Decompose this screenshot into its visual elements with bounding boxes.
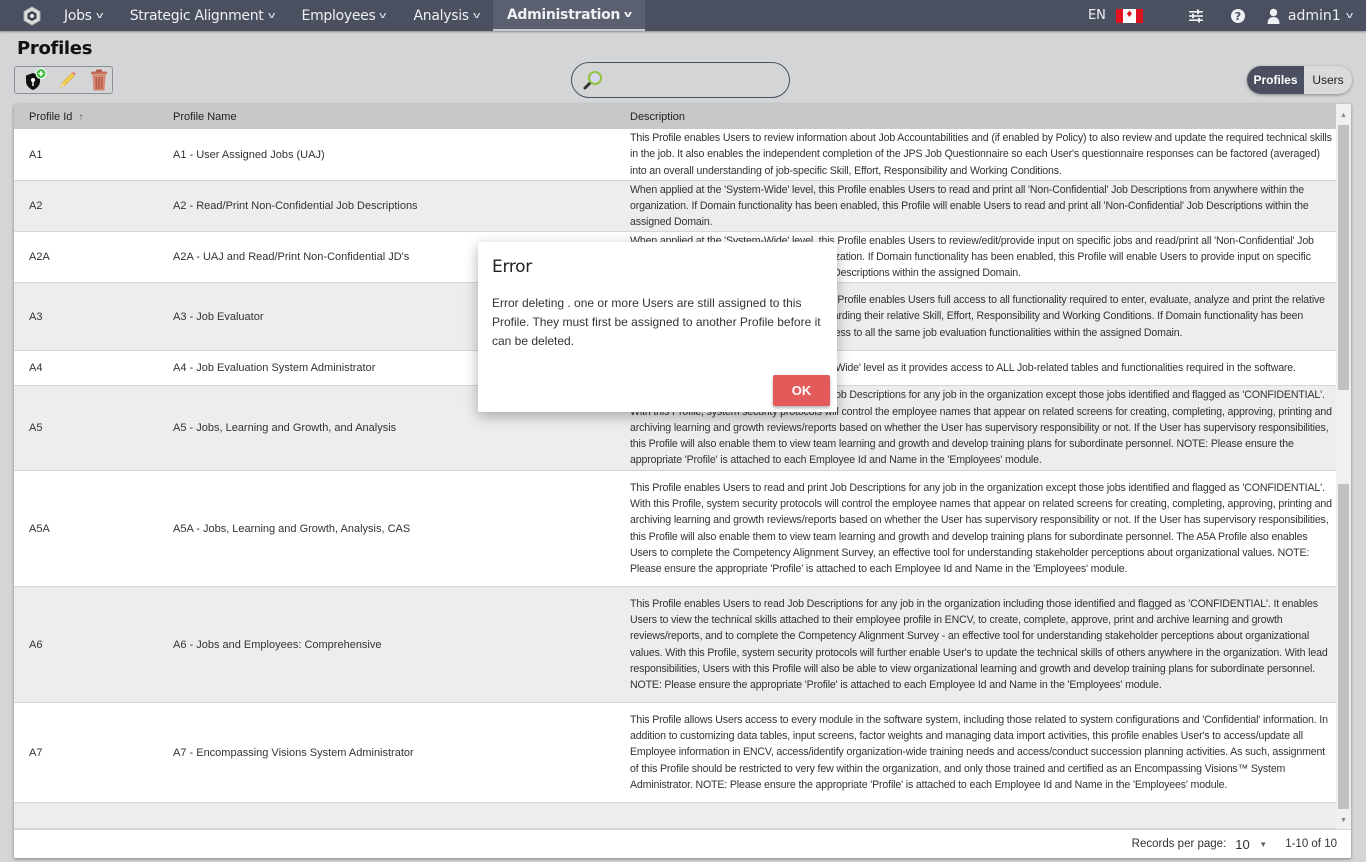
user-icon bbox=[1267, 8, 1280, 24]
delete-icon bbox=[91, 69, 107, 91]
cell-profile-name: A5 - Jobs, Learning and Growth, and Anal… bbox=[173, 422, 397, 434]
nav-right: EN ♦ ? admin1 v bbox=[1088, 0, 1366, 31]
table-scrollbar[interactable]: ▲ ▼ bbox=[1336, 104, 1351, 829]
cell-description: This Profile enables Users to review inf… bbox=[630, 132, 1332, 177]
settings-sliders-icon[interactable] bbox=[1183, 3, 1209, 29]
column-header-description[interactable]: Description bbox=[630, 111, 1351, 123]
page-title: Profiles bbox=[17, 38, 93, 59]
scrollbar-thumb[interactable] bbox=[1338, 125, 1349, 390]
toggle-profiles[interactable]: Profiles bbox=[1247, 66, 1304, 94]
edit-icon bbox=[59, 71, 76, 89]
nav-jobs[interactable]: Jobs v bbox=[50, 0, 116, 31]
search-icon bbox=[583, 71, 602, 90]
dialog-message: Error deleting . one or more Users are s… bbox=[492, 296, 821, 348]
nav-employees-label: Employees bbox=[301, 7, 376, 24]
dialog-title: Error bbox=[492, 257, 532, 277]
toggle-users[interactable]: Users bbox=[1304, 66, 1352, 94]
scroll-down-arrow-icon[interactable]: ▼ bbox=[1336, 813, 1351, 827]
top-navbar: Jobs v Strategic Alignment v Employees v An… bbox=[0, 0, 1366, 31]
table-body: A1 A1 - User Assigned Jobs (UAJ) This Prof… bbox=[14, 129, 1336, 829]
nav-strategic-alignment-label: Strategic Alignment bbox=[129, 7, 264, 24]
profiles-table: Profile Id ↑ Profile Name Description A1 A… bbox=[14, 104, 1351, 858]
help-icon[interactable]: ? bbox=[1225, 3, 1251, 29]
records-per-page-select[interactable]: 10 bbox=[1235, 837, 1259, 852]
cell-profile-id: A3 bbox=[29, 310, 43, 323]
cell-profile-name: A1 - User Assigned Jobs (UAJ) bbox=[173, 148, 325, 161]
table-row[interactable]: A6 A6 - Jobs and Employees: Comprehensive… bbox=[14, 587, 1336, 703]
add-profile-icon bbox=[26, 68, 47, 90]
cell-profile-name: A5A - Jobs, Learning and Growth, Analysi… bbox=[173, 522, 411, 535]
cell-profile-name: A6 - Jobs and Employees: Comprehensive bbox=[173, 638, 382, 651]
app-logo-icon[interactable] bbox=[14, 0, 50, 31]
chevron-down-icon: v bbox=[472, 10, 480, 21]
table-row[interactable]: A2 A2 - Read/Print Non-Confidential Job D… bbox=[14, 181, 1336, 232]
cell-profile-name: A2 - Read/Print Non-Confidential Job Des… bbox=[173, 200, 418, 212]
table-header: Profile Id ↑ Profile Name Description bbox=[14, 104, 1351, 129]
scrollbar-track-lower bbox=[1338, 484, 1349, 809]
nav-analysis[interactable]: Analysis v bbox=[400, 0, 493, 31]
column-header-profile-id[interactable]: Profile Id ↑ bbox=[14, 111, 173, 123]
nav-strategic-alignment[interactable]: Strategic Alignment v bbox=[116, 0, 288, 31]
ok-button[interactable]: OK bbox=[773, 375, 830, 406]
cell-profile-id: A6 bbox=[29, 638, 43, 651]
cell-description: This Profile allows Users access to ever… bbox=[630, 713, 1328, 791]
column-header-label: Profile Id bbox=[29, 110, 73, 123]
cell-description: This Profile enables Users to read Job D… bbox=[630, 597, 1328, 692]
nav-administration-label: Administration bbox=[506, 6, 621, 23]
table-row[interactable]: A7 A7 - Encompassing Visions System Admin… bbox=[14, 703, 1336, 803]
table-row[interactable]: A5A A5A - Jobs, Learning and Growth, Anal… bbox=[14, 471, 1336, 587]
user-menu[interactable]: admin1 v bbox=[1267, 7, 1354, 24]
records-per-page-label: Records per page: bbox=[1131, 838, 1227, 850]
cell-profile-id: A7 bbox=[29, 746, 43, 759]
dropdown-caret-icon[interactable]: ▼ bbox=[1259, 840, 1267, 849]
cell-profile-name: A7 - Encompassing Visions System Adminis… bbox=[173, 746, 414, 759]
search-input[interactable] bbox=[610, 66, 789, 94]
table-row[interactable]: A1 A1 - User Assigned Jobs (UAJ) This Prof… bbox=[14, 129, 1336, 181]
cell-profile-id: A2 bbox=[29, 200, 43, 212]
nav-analysis-label: Analysis bbox=[413, 7, 470, 24]
chevron-down-icon: v bbox=[95, 10, 103, 21]
chevron-down-icon: v bbox=[267, 10, 275, 21]
username: admin1 bbox=[1287, 7, 1341, 24]
nav-administration[interactable]: Administration v bbox=[492, 0, 645, 31]
cell-profile-id: A2A bbox=[29, 251, 50, 263]
records-range: 1-10 of 10 bbox=[1285, 838, 1337, 850]
nav-employees[interactable]: Employees v bbox=[288, 0, 400, 31]
canada-flag-icon[interactable]: ♦ bbox=[1115, 8, 1143, 23]
table-row-empty bbox=[14, 803, 1336, 829]
cell-description: When applied at the 'System-Wide' level,… bbox=[630, 183, 1309, 229]
error-dialog: Error Error deleting . one or more Users… bbox=[478, 242, 837, 412]
cell-profile-id: A1 bbox=[29, 148, 43, 161]
nav-jobs-label: Jobs bbox=[64, 7, 92, 24]
edit-profile-button[interactable] bbox=[55, 68, 79, 92]
add-profile-button[interactable] bbox=[23, 68, 47, 92]
view-toggle: Profiles Users bbox=[1247, 66, 1352, 94]
delete-profile-button[interactable] bbox=[87, 68, 111, 92]
svg-text:?: ? bbox=[1235, 10, 1241, 23]
chevron-down-icon: v bbox=[379, 10, 387, 21]
language-selector[interactable]: EN bbox=[1088, 8, 1106, 23]
cell-profile-id: A5A bbox=[29, 522, 50, 535]
table-footer: Records per page: 10 ▼ 1-10 of 10 bbox=[14, 829, 1351, 858]
profile-toolbar bbox=[14, 66, 113, 94]
cell-description: This Profile enables Users to read and p… bbox=[630, 481, 1332, 576]
column-header-profile-name[interactable]: Profile Name bbox=[173, 111, 630, 123]
search-box bbox=[571, 62, 790, 98]
chevron-down-icon: v bbox=[623, 9, 632, 20]
sort-ascending-icon: ↑ bbox=[78, 111, 84, 123]
cell-profile-id: A5 bbox=[29, 422, 43, 434]
chevron-down-icon: v bbox=[1345, 10, 1354, 21]
cell-profile-id: A4 bbox=[29, 362, 43, 374]
scroll-up-arrow-icon[interactable]: ▲ bbox=[1336, 108, 1351, 122]
